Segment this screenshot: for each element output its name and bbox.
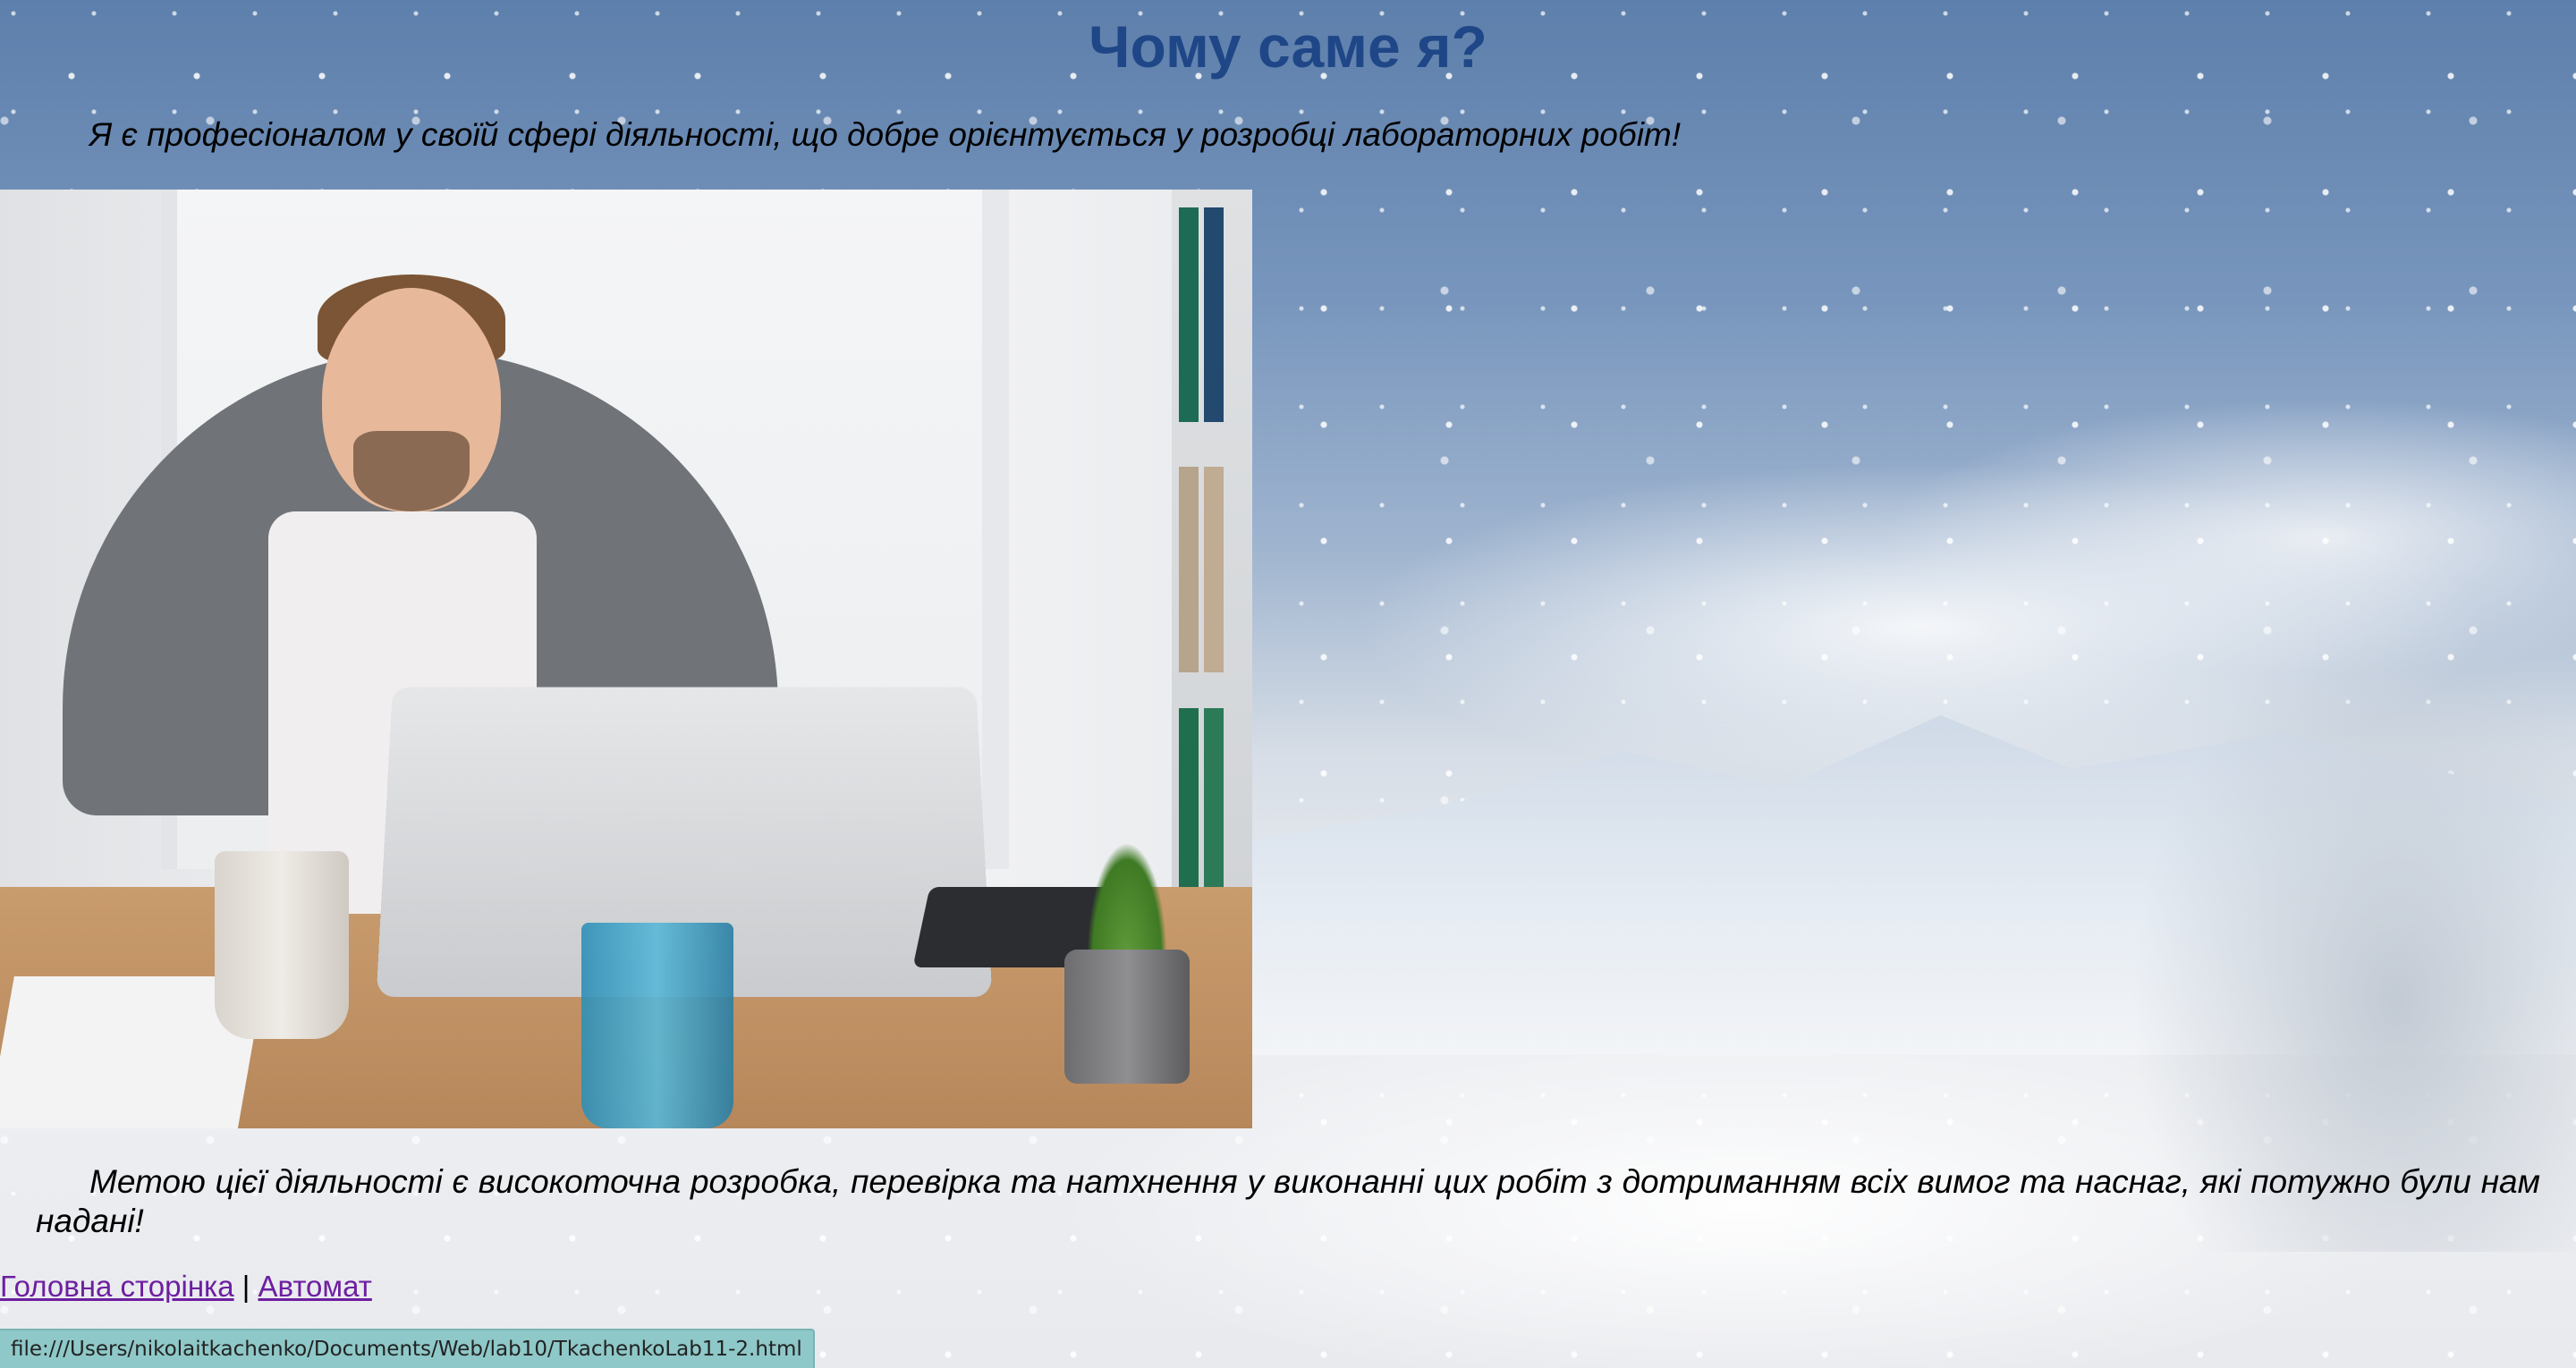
page-title: Чому саме я? (1089, 13, 1487, 80)
photo-binder (1204, 708, 1224, 887)
goal-text: Метою цієї діяльності є високоточна розр… (36, 1163, 2540, 1239)
photo-pen-cup (581, 923, 733, 1128)
status-bar-url: file:///Users/nikolaitkachenko/Documents… (0, 1329, 815, 1368)
photo-plant-pot (1064, 950, 1190, 1084)
photo-binder (1179, 708, 1199, 887)
photo-binder (1179, 467, 1199, 672)
nav-separator: | (242, 1270, 250, 1303)
photo-person-beard (353, 431, 470, 511)
footer-nav: Головна сторінка | Автомат (0, 1270, 372, 1304)
office-photo (0, 190, 1252, 1128)
photo-mug (215, 851, 349, 1039)
intro-text: Я є професіоналом у своїй сфері діяльнос… (89, 116, 1682, 153)
home-page-link[interactable]: Головна сторінка (0, 1270, 234, 1303)
photo-plant (1087, 842, 1167, 958)
automat-link[interactable]: Автомат (258, 1270, 372, 1303)
photo-binder (1204, 467, 1224, 672)
background-trees (2129, 626, 2576, 1252)
photo-binder (1179, 207, 1199, 422)
photo-shelf (1172, 190, 1252, 994)
photo-binder (1204, 207, 1224, 422)
